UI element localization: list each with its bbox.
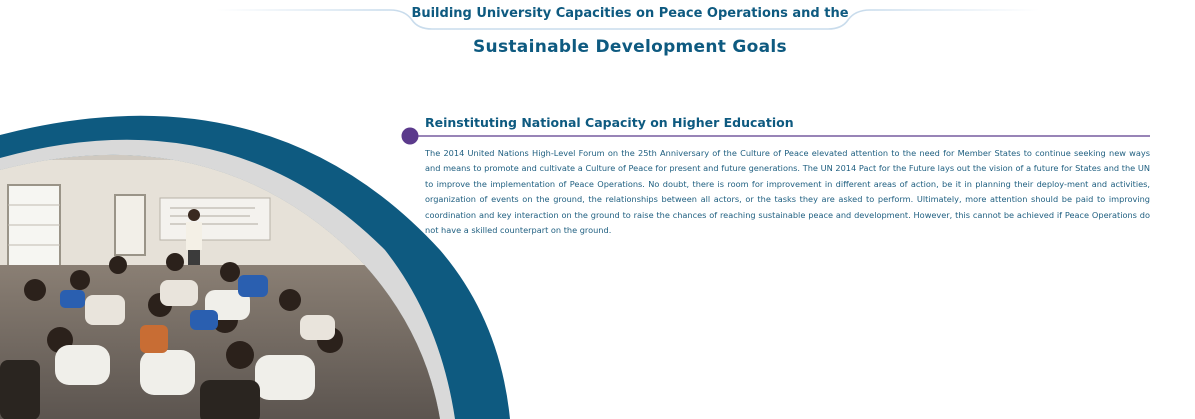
page: Building University Capacities on Peace … (0, 0, 1195, 419)
section-title: Reinstituting National Capacity on Highe… (425, 115, 794, 130)
purple-dot-icon (401, 127, 419, 145)
section-body-text: The 2014 United Nations High-Level Forum… (425, 148, 1150, 236)
